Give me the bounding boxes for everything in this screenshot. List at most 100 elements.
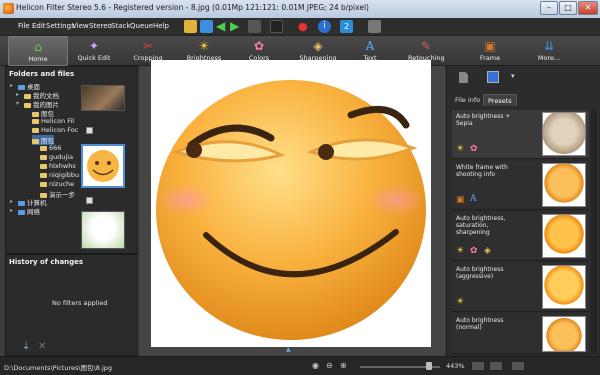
file-path: D:\Documents\Pictures\图包\8.jpg xyxy=(4,364,113,372)
preset-auto-brightness-aggressive[interactable]: Auto brightness (aggressive) ☀ xyxy=(452,263,589,312)
preset-auto-brightness-saturation[interactable]: Auto brightness, saturation, sharpening … xyxy=(452,212,589,261)
tree-item-666[interactable]: 666 xyxy=(40,144,61,152)
stereo-2-icon[interactable]: 2 xyxy=(340,20,353,33)
emoji-thumb-icon xyxy=(87,150,119,182)
thumbnail-emoji-selected[interactable] xyxy=(81,144,125,188)
view-single-icon[interactable] xyxy=(472,362,484,370)
save-icon[interactable] xyxy=(200,20,213,33)
tab-quick-edit[interactable]: ✦ Quick Edit xyxy=(74,36,114,66)
left-panel: Folders and files ▸ 桌面 ▸ 我的文档 ▾ 我的图片 图包 … xyxy=(5,66,138,356)
view-compare-icon[interactable] xyxy=(512,362,524,370)
tab-frame[interactable]: ▣ Frame xyxy=(476,36,504,66)
preset-label: White frame with shooting info xyxy=(456,164,508,178)
menu-file[interactable]: File xyxy=(18,22,30,30)
right-panel: ▾ File info Presets Auto brightness + Se… xyxy=(446,66,600,356)
menu-help[interactable]: Help xyxy=(153,22,169,30)
zoom-fit-icon[interactable]: ◉ xyxy=(312,361,319,370)
tab-home[interactable]: ⌂ Home xyxy=(8,36,68,66)
tab-home-label: Home xyxy=(28,55,48,63)
text-icon: A xyxy=(365,39,375,53)
history-empty-text: No filters applied xyxy=(52,299,108,307)
app-window: Helicon Filter Stereo 5.6 - Registered v… xyxy=(0,0,600,375)
info-icon[interactable]: i xyxy=(318,20,331,33)
preset-auto-brightness-sepia[interactable]: Auto brightness + Sepia ☀ ✿ xyxy=(452,110,589,159)
title-bar: Helicon Filter Stereo 5.6 - Registered v… xyxy=(0,0,600,18)
view-split-icon[interactable] xyxy=(490,362,502,370)
preset-label: Auto brightness (normal) xyxy=(456,317,504,331)
dropdown-arrow-icon[interactable]: ▾ xyxy=(511,72,515,80)
tab-quick-edit-label: Quick Edit xyxy=(77,54,111,62)
frame-icon: ▣ xyxy=(456,195,465,205)
menu-settings[interactable]: Settings xyxy=(46,22,75,30)
sun-icon: ☀ xyxy=(456,246,465,256)
preset-thumb xyxy=(542,112,586,156)
palette-icon: ✿ xyxy=(253,39,265,53)
preset-label: Auto brightness, saturation, sharpening xyxy=(456,215,506,236)
back-arrow-icon[interactable]: ◀ xyxy=(216,20,229,33)
brush-icon: ✎ xyxy=(420,39,432,53)
minimize-button[interactable]: – xyxy=(540,1,558,15)
document-icon[interactable] xyxy=(459,72,468,83)
zoom-level: 443% xyxy=(446,362,465,370)
tree-item-gudujia[interactable]: gudujia xyxy=(40,153,73,161)
tree-item-network[interactable]: 网络 xyxy=(18,206,40,216)
close-button[interactable]: ✕ xyxy=(578,1,598,15)
tab-file-info[interactable]: File info xyxy=(451,94,485,106)
tab-frame-label: Frame xyxy=(479,54,501,62)
tab-more[interactable]: ⇊ More... xyxy=(534,36,564,66)
preset-thumb xyxy=(542,316,586,352)
tree-item-hlxhwhs[interactable]: hlxhwhs xyxy=(40,162,76,170)
folders-title: Folders and files xyxy=(9,70,75,78)
save-preset-icon[interactable] xyxy=(487,71,499,83)
open-folder-icon[interactable] xyxy=(184,20,197,33)
history-apply-icon[interactable]: ⇣ xyxy=(22,341,30,352)
window-title: Helicon Filter Stereo 5.6 - Registered v… xyxy=(16,3,369,12)
tree-item-helicon-filter[interactable]: Helicon Fil xyxy=(32,117,74,125)
expand-arrow-icon[interactable]: ▲ xyxy=(286,346,291,353)
undo-icon[interactable] xyxy=(248,20,261,33)
menu-stereo[interactable]: Stereo xyxy=(89,22,112,30)
status-bar: D:\Documents\Pictures\图包\8.jpg ◉ ⊖ ⊕ 443… xyxy=(0,356,600,375)
zoom-in-icon[interactable]: ⊕ xyxy=(340,361,347,370)
menu-stack[interactable]: Stack xyxy=(111,22,130,30)
thumbnail-checkbox-2[interactable] xyxy=(86,197,93,204)
smiling-emoji-image xyxy=(156,80,426,340)
sun-icon: ☀ xyxy=(456,144,465,154)
history-clear-icon[interactable]: ✕ xyxy=(38,341,46,352)
preset-auto-brightness-normal[interactable]: Auto brightness (normal) xyxy=(452,314,589,354)
forward-arrow-icon[interactable]: ▶ xyxy=(230,20,243,33)
thumbnail-panda[interactable] xyxy=(81,211,125,249)
image-canvas[interactable]: ▲ xyxy=(140,60,445,356)
palette-icon: ✿ xyxy=(470,144,478,154)
preset-label: Auto brightness (aggressive) xyxy=(456,266,504,280)
preset-label: Auto brightness + Sepia xyxy=(456,113,511,127)
color-swatch-icon[interactable] xyxy=(270,20,283,33)
preset-thumb xyxy=(542,163,586,207)
thumbnail-checkbox[interactable] xyxy=(86,127,93,134)
image-preview xyxy=(151,60,431,347)
location-pin-icon[interactable]: ● xyxy=(298,20,311,33)
maximize-button[interactable]: □ xyxy=(559,1,577,15)
tab-presets[interactable]: Presets xyxy=(483,94,517,106)
sun-icon: ☀ xyxy=(198,39,210,53)
presets-scrollbar[interactable] xyxy=(591,110,597,354)
sun-icon: ☀ xyxy=(456,297,465,307)
tab-more-label: More... xyxy=(537,54,561,62)
more-chevrons-icon: ⇊ xyxy=(543,39,555,53)
preset-white-frame[interactable]: White frame with shooting info ▣ A xyxy=(452,161,589,210)
menu-edit[interactable]: Edit xyxy=(32,22,46,30)
zoom-slider-thumb[interactable] xyxy=(426,362,432,370)
preset-thumb xyxy=(542,265,586,309)
text-icon: A xyxy=(470,194,477,204)
tree-item-niqigibbu[interactable]: niqigibbu xyxy=(40,171,79,179)
home-icon: ⌂ xyxy=(34,40,42,54)
tree-item-helicon-focus[interactable]: Helicon Foc xyxy=(32,126,78,134)
tree-item-nizuche[interactable]: nizuche xyxy=(40,180,74,188)
zoom-out-icon[interactable]: ⊖ xyxy=(326,361,333,370)
menu-queue[interactable]: Queue xyxy=(130,22,153,30)
crop-icon: ✂ xyxy=(142,39,154,53)
menu-view[interactable]: View xyxy=(72,22,89,30)
tools-icon[interactable] xyxy=(368,20,381,33)
wand-icon: ✦ xyxy=(88,39,100,53)
thumbnail-photo[interactable] xyxy=(81,85,125,111)
